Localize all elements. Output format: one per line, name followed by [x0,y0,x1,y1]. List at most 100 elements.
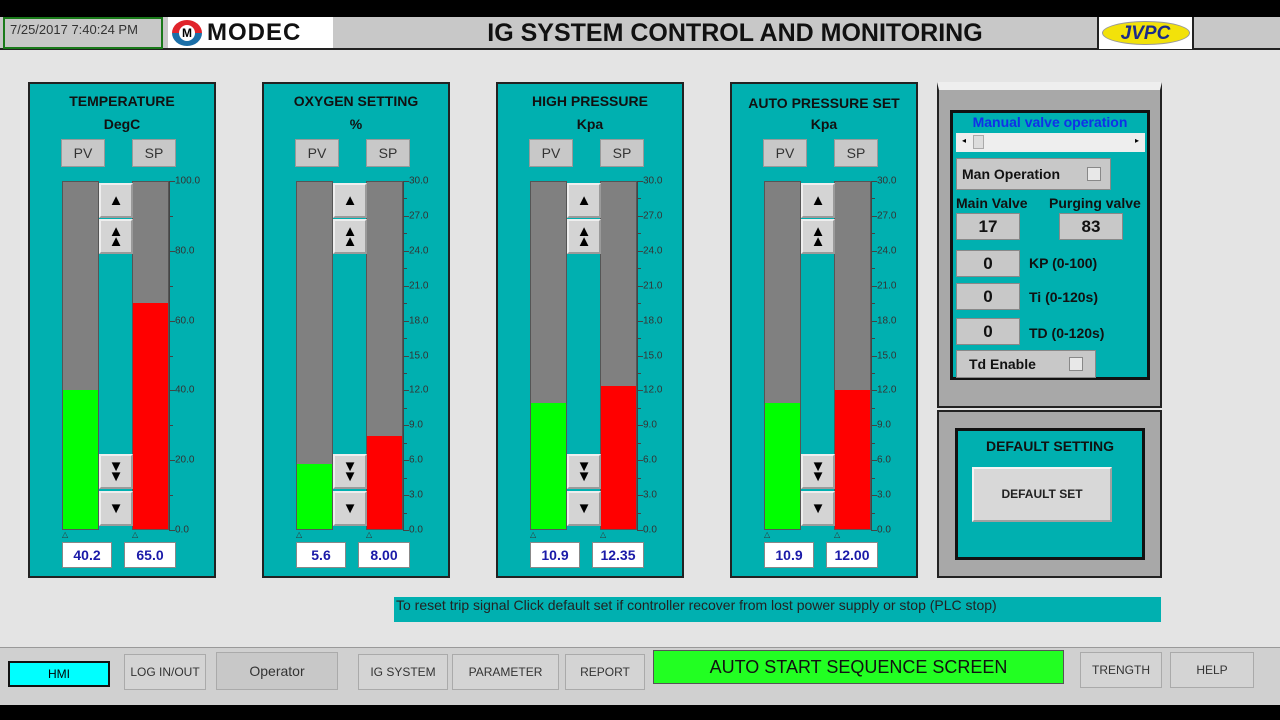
gauge-title: HIGH PRESSURE [532,93,648,109]
pv-button[interactable]: PV [61,139,105,167]
decrease-button[interactable]: ▼ [99,491,133,526]
decrease-button[interactable]: ▼ [333,491,367,526]
scale-label: 80.0 [175,245,195,257]
pv-bar-fill [63,389,98,529]
scale-label: 3.0 [643,489,657,501]
scale-label: 18.0 [409,315,429,327]
fast-decrease-button[interactable]: ▼ ▼ [801,454,835,489]
increase-button[interactable]: ▲ [567,183,601,218]
td-enable-toggle[interactable]: Td Enable [956,350,1096,378]
scale-minor-tick [403,512,407,514]
scale-label: 9.0 [877,419,891,431]
double-arrow-down-icon: ▼ ▼ [108,457,124,485]
parameter-button[interactable]: PARAMETER [452,654,559,690]
default-set-button[interactable]: DEFAULT SET [972,467,1112,522]
hmi-button[interactable]: HMI [8,661,110,687]
fast-decrease-button[interactable]: ▼ ▼ [567,454,601,489]
pv-button[interactable]: PV [763,139,807,167]
scale-minor-tick [637,477,641,479]
sp-button[interactable]: SP [834,139,878,167]
double-arrow-up-icon: ▲ ▲ [576,222,592,250]
decrease-button[interactable]: ▼ [801,491,835,526]
scale-minor-tick [169,215,173,217]
scale-minor-tick [871,512,875,514]
sp-value: 12.00 [826,542,878,568]
scale-minor-tick [871,233,875,235]
pv-button[interactable]: PV [295,139,339,167]
sp-button[interactable]: SP [366,139,410,167]
pv-marker-icon: △ [296,530,303,539]
sp-bar-fill [133,303,168,529]
pv-marker-icon: △ [530,530,537,539]
main-valve-value[interactable]: 17 [956,213,1020,240]
scale-label: 0.0 [409,524,423,536]
arrow-up-icon: ▲ [342,191,358,209]
gauge-title: OXYGEN SETTING [293,93,419,109]
jvpc-logo-text: JVPC [1101,21,1190,45]
sp-button[interactable]: SP [132,139,176,167]
td-enable-checkbox[interactable] [1069,357,1083,371]
man-operation-checkbox[interactable] [1087,167,1101,181]
fast-increase-button[interactable]: ▲ ▲ [99,219,133,254]
report-button[interactable]: REPORT [565,654,645,690]
scale-minor-tick [637,372,641,374]
gauge-panel: AUTO PRESSURE SET Kpa PV SP ▲ ▲ ▲ ▼ ▼ ▼ △ … [730,82,918,578]
fast-increase-button[interactable]: ▲ ▲ [333,219,367,254]
fast-decrease-button[interactable]: ▼ ▼ [99,454,133,489]
default-setting-title: DEFAULT SETTING [985,438,1115,454]
scale-minor-tick [637,303,641,305]
scale-label: 12.0 [877,384,897,396]
scale-label: 27.0 [877,210,897,222]
slider-thumb[interactable] [973,135,984,149]
decrease-button[interactable]: ▼ [567,491,601,526]
scale-minor-tick [871,372,875,374]
man-operation-toggle[interactable]: Man Operation [956,158,1111,190]
ti-input[interactable]: 0 [956,283,1020,310]
kp-input[interactable]: 0 [956,250,1020,277]
pv-bar [764,181,801,530]
valve-slider[interactable]: ◂ ▸ [956,133,1145,152]
pv-button[interactable]: PV [529,139,573,167]
scale-minor-tick [637,512,641,514]
scale-minor-tick [403,233,407,235]
manual-valve-panel: Manual valve operation ◂ ▸ Man Operation… [950,110,1150,380]
scale-label: 21.0 [409,280,429,292]
scale-label: 27.0 [409,210,429,222]
td-input[interactable]: 0 [956,318,1020,345]
main-valve-label: Main Valve [956,195,1028,211]
double-arrow-up-icon: ▲ ▲ [108,222,124,250]
purging-valve-value[interactable]: 83 [1059,213,1123,240]
scale-minor-tick [637,407,641,409]
modec-logo-icon: M [172,19,202,46]
fast-increase-button[interactable]: ▲ ▲ [801,219,835,254]
fast-increase-button[interactable]: ▲ ▲ [567,219,601,254]
login-button[interactable]: LOG IN/OUT [124,654,206,690]
scale-minor-tick [403,407,407,409]
double-arrow-up-icon: ▲ ▲ [810,222,826,250]
auto-start-sequence-button[interactable]: AUTO START SEQUENCE SCREEN [653,650,1064,684]
sp-button[interactable]: SP [600,139,644,167]
double-arrow-up-icon: ▲ ▲ [342,222,358,250]
increase-button[interactable]: ▲ [801,183,835,218]
sp-value: 8.00 [358,542,410,568]
gauge-unit: % [349,116,363,132]
help-button[interactable]: HELP [1170,652,1254,688]
increase-button[interactable]: ▲ [333,183,367,218]
scale-minor-tick [403,198,407,200]
fast-decrease-button[interactable]: ▼ ▼ [333,454,367,489]
purging-valve-label: Purging valve [1049,195,1141,211]
operator-label: Operator [216,652,338,690]
pv-value: 40.2 [62,542,112,568]
scale-minor-tick [403,372,407,374]
sp-marker-icon: △ [600,530,607,539]
datetime: 7/25/2017 7:40:24 PM [3,17,163,49]
kp-label: KP (0-100) [1029,255,1098,271]
scale-minor-tick [871,198,875,200]
td-enable-label: Td Enable [969,356,1036,372]
pv-bar-fill [765,402,800,529]
scale-label: 0.0 [877,524,891,536]
ig-system-button[interactable]: IG SYSTEM [358,654,448,690]
trend-button[interactable]: TRENGTH [1080,652,1162,688]
sp-bar [600,181,637,530]
increase-button[interactable]: ▲ [99,183,133,218]
